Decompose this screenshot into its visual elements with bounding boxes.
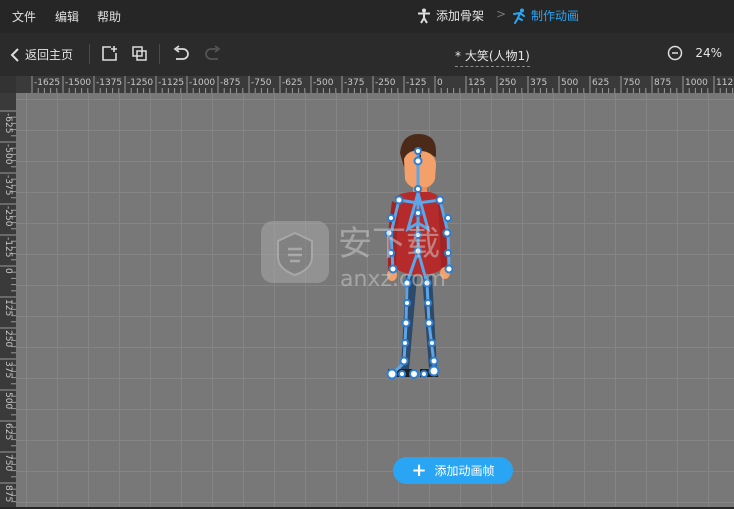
- ruler-tick-label: 125: [3, 299, 13, 317]
- chevron-left-icon: [10, 47, 19, 62]
- zoom-level: 24%: [695, 46, 722, 60]
- ruler-tick-label: 500: [3, 392, 13, 410]
- ruler-corner: [0, 76, 16, 93]
- ruler-tick-label: 625: [592, 78, 610, 88]
- ruler-horizontal: -1625 -1500 -1375 -1250 -1125 -1000 -875 -750 -6…: [16, 76, 734, 93]
- menu-file[interactable]: 文件: [12, 8, 36, 25]
- menu-bar: 文件 编辑 帮助 添加骨架 > 制作动画: [0, 0, 734, 33]
- redo-button[interactable]: [204, 45, 222, 62]
- toolbar: 返回主页 * 大笑(人物1) 24%: [0, 33, 734, 76]
- undo-icon: [173, 45, 189, 60]
- running-figure-icon: [513, 8, 525, 24]
- step-add-skeleton-label: 添加骨架: [436, 9, 485, 23]
- watermark-url: anxz.com: [340, 267, 446, 292]
- ruler-tick-label: 250: [3, 330, 13, 348]
- zoom-out-icon[interactable]: [667, 45, 683, 61]
- ruler-tick-label: -500: [313, 78, 334, 88]
- ruler-tick-label: -1125: [158, 78, 185, 88]
- ruler-tick-label: -125: [406, 78, 427, 88]
- ruler-tick-label: 1000: [685, 78, 708, 88]
- add-frame-icon: [102, 46, 117, 61]
- ruler-tick-label: 500: [561, 78, 579, 88]
- add-animation-frame-label: 添加动画帧: [434, 464, 495, 478]
- ruler-tick-label: 0: [437, 78, 443, 88]
- ruler-tick-label: -1000: [189, 78, 216, 88]
- ruler-tick-label: 875: [654, 78, 672, 88]
- ruler-tick-label: -250: [375, 78, 396, 88]
- menu-edit[interactable]: 编辑: [55, 8, 79, 25]
- new-frame-button[interactable]: [101, 45, 118, 62]
- chevron-right-icon: >: [496, 7, 507, 21]
- ruler-tick-label: 125: [468, 78, 486, 88]
- redo-icon: [205, 45, 221, 60]
- menu-help[interactable]: 帮助: [97, 8, 121, 25]
- step-make-animation-label: 制作动画: [531, 9, 580, 23]
- ruler-tick-label: -1375: [96, 78, 123, 88]
- ruler-tick-label: 375: [530, 78, 548, 88]
- ruler-tick-label: -875: [220, 78, 241, 88]
- animation-canvas[interactable]: 安下载 anxz.com: [16, 93, 734, 507]
- undo-button[interactable]: [172, 45, 190, 62]
- ruler-tick-label: -750: [251, 78, 272, 88]
- add-animation-frame-button[interactable]: + 添加动画帧: [393, 457, 513, 484]
- step-add-skeleton[interactable]: 添加骨架: [417, 7, 484, 24]
- ruler-tick-label: 750: [623, 78, 641, 88]
- skeleton-icon: [418, 8, 430, 24]
- document-title: * 大笑(人物1): [455, 47, 530, 67]
- ruler-tick-label: 0: [3, 268, 13, 274]
- ruler-tick-label: -375: [344, 78, 365, 88]
- back-home-label: 返回主页: [25, 48, 74, 62]
- ruler-tick-label: 375: [3, 361, 13, 379]
- watermark-logo: 安下载 anxz.com: [261, 221, 446, 292]
- ruler-vertical: -625 -500 -375 -250 -125 0 125 250 375 500 625 750 8…: [0, 93, 16, 507]
- ruler-tick-label: -625: [3, 113, 13, 134]
- ruler-tick-label: -1625: [34, 78, 61, 88]
- ruler-tick-label: 875: [3, 485, 13, 503]
- ruler-tick-label: -1250: [127, 78, 154, 88]
- ruler-tick-label: -1500: [65, 78, 92, 88]
- zoom-control: 24%: [667, 45, 722, 61]
- ruler-tick-label: 750: [3, 454, 13, 472]
- ruler-tick-label: -500: [3, 144, 13, 165]
- ruler-tick-label: -125: [3, 237, 13, 258]
- ruler-tick-label: 250: [499, 78, 517, 88]
- back-home-button[interactable]: 返回主页: [10, 46, 73, 63]
- ruler-tick-label: -375: [3, 175, 13, 196]
- toolbar-divider: [159, 44, 160, 64]
- ruler-tick-label: 625: [3, 423, 13, 441]
- character-rig[interactable]: [16, 93, 734, 507]
- duplicate-button[interactable]: [131, 45, 148, 62]
- ruler-tick-label: -250: [3, 206, 13, 227]
- ruler-tick-label: 1125: [716, 78, 734, 88]
- step-make-animation[interactable]: 制作动画: [512, 7, 579, 24]
- plus-icon: +: [411, 459, 427, 481]
- toolbar-divider: [89, 44, 90, 64]
- ruler-tick-label: -625: [282, 78, 303, 88]
- watermark-text: 安下载: [338, 224, 440, 264]
- copy-icon: [132, 46, 147, 61]
